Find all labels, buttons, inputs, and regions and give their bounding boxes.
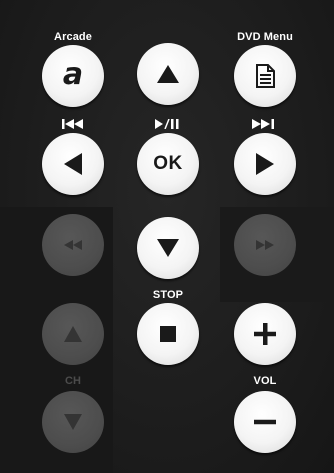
- triangle-up-icon: [64, 326, 82, 342]
- document-icon: [256, 64, 275, 88]
- arcade-button[interactable]: a: [42, 45, 104, 107]
- ok-label: OK: [153, 153, 183, 174]
- arcade-a-icon: a: [62, 56, 84, 92]
- fast-forward-icon: [256, 240, 274, 250]
- skip-forward-icon: [249, 118, 277, 130]
- square-stop-icon: [160, 326, 176, 342]
- dvd-menu-label: DVD Menu: [237, 31, 293, 43]
- down-button[interactable]: [137, 217, 199, 279]
- channel-up-button[interactable]: [42, 303, 104, 365]
- plus-icon: [254, 323, 276, 345]
- triangle-right-icon: [256, 153, 274, 175]
- fast-forward-button[interactable]: [234, 214, 296, 276]
- channel-label: CH: [64, 375, 82, 387]
- ok-button[interactable]: OK: [137, 133, 199, 195]
- rewind-button[interactable]: [42, 214, 104, 276]
- volume-up-button[interactable]: [234, 303, 296, 365]
- rewind-icon: [64, 240, 82, 250]
- channel-down-button[interactable]: [42, 391, 104, 453]
- up-button[interactable]: [137, 43, 199, 105]
- remote-panel: Arcade DVD Menu a OK STOP CH VOL: [0, 0, 334, 473]
- skip-back-icon: [59, 118, 87, 130]
- stop-label: STOP: [152, 289, 184, 301]
- play-pause-icon: [152, 118, 182, 130]
- dvd-menu-button[interactable]: [234, 45, 296, 107]
- volume-label: VOL: [253, 375, 277, 387]
- right-button[interactable]: [234, 133, 296, 195]
- volume-down-button[interactable]: [234, 391, 296, 453]
- minus-icon: [254, 419, 276, 425]
- triangle-left-icon: [64, 153, 82, 175]
- stop-button[interactable]: [137, 303, 199, 365]
- left-button[interactable]: [42, 133, 104, 195]
- triangle-up-icon: [157, 65, 179, 83]
- triangle-down-icon: [64, 414, 82, 430]
- arcade-label: Arcade: [54, 31, 92, 43]
- triangle-down-icon: [157, 239, 179, 257]
